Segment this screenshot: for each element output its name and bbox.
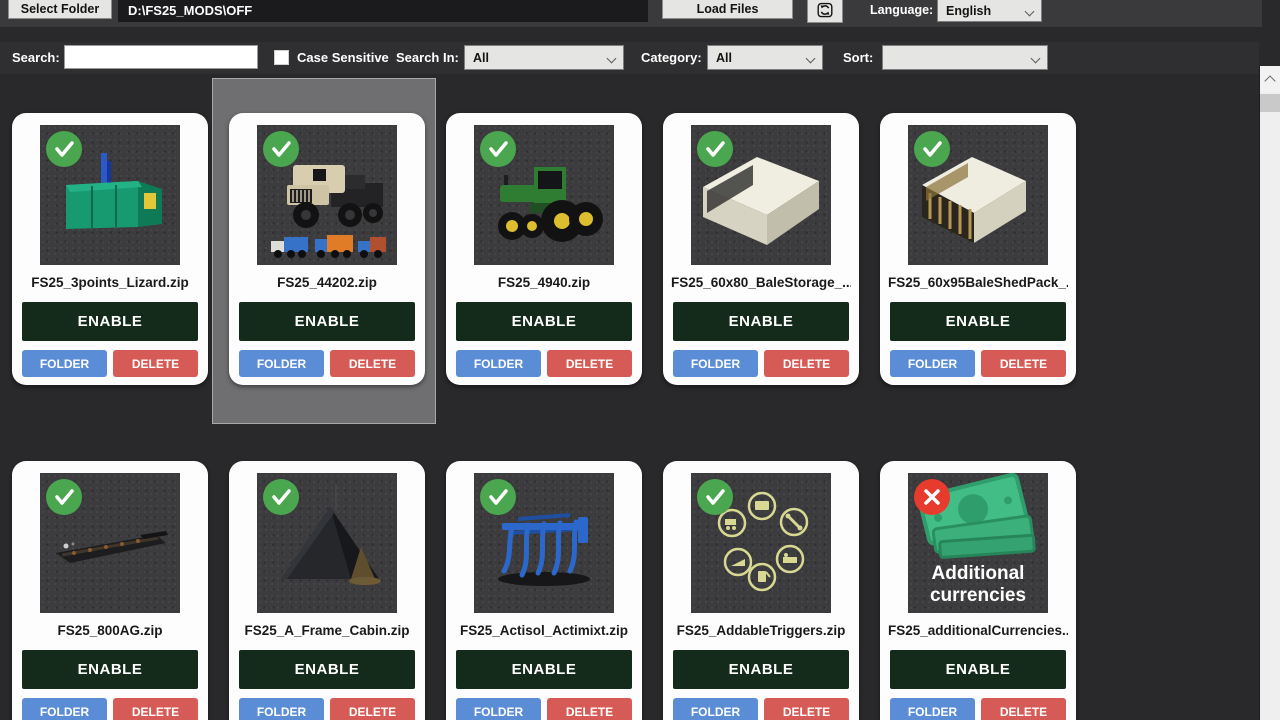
mod-filename: FS25_44202.zip	[237, 275, 417, 295]
scroll-up-button[interactable]	[1260, 66, 1280, 92]
mod-filename: FS25_3points_Lizard.zip	[20, 275, 200, 295]
enable-button[interactable]: ENABLE	[890, 302, 1066, 341]
mod-card[interactable]: FS25_3points_Lizard.zip ENABLE FOLDERDELET…	[12, 113, 208, 385]
enable-button[interactable]: ENABLE	[239, 650, 415, 689]
delete-button[interactable]: DELETE	[981, 350, 1066, 377]
mod-filename: FS25_4940.zip	[454, 275, 634, 295]
status-enabled-icon	[697, 479, 733, 515]
enable-button[interactable]: ENABLE	[22, 650, 198, 689]
delete-button[interactable]: DELETE	[330, 698, 415, 720]
mod-caption: Additional currencies	[908, 563, 1048, 607]
delete-button[interactable]: DELETE	[547, 698, 632, 720]
mod-card[interactable]: FS25_44202.zip ENABLE FOLDERDELETE	[229, 113, 425, 385]
mod-card[interactable]: FS25_A_Frame_Cabin.zip ENABLE FOLDER DELETE	[229, 461, 425, 720]
status-enabled-icon	[480, 131, 516, 167]
chevron-up-icon	[1264, 75, 1275, 86]
mod-filename: FS25_60x95BaleShedPack_...	[888, 275, 1068, 295]
scrollbar-thumb[interactable]	[1260, 94, 1280, 112]
enable-button[interactable]: ENABLE	[673, 302, 849, 341]
enable-button[interactable]: ENABLE	[890, 650, 1066, 689]
folder-button[interactable]: FOLDER	[890, 350, 975, 377]
mod-card[interactable]: FS25_AddableTriggers.zip ENABLE FOLDER DELE…	[663, 461, 859, 720]
vertical-scrollbar[interactable]	[1259, 66, 1280, 720]
folder-button[interactable]: FOLDER	[673, 350, 758, 377]
mod-card[interactable]: FS25_800AG.zip ENABLE FOLDER DELETE	[12, 461, 208, 720]
mod-filename: FS25_AddableTriggers.zip	[671, 623, 851, 643]
status-disabled-icon	[914, 479, 950, 515]
delete-button[interactable]: DELETE	[113, 350, 198, 377]
enable-button[interactable]: ENABLE	[239, 302, 415, 341]
delete-button[interactable]: DELETE	[764, 698, 849, 720]
mod-card[interactable]: Additional currencies FS25_additionalCurr…	[880, 461, 1076, 720]
status-enabled-icon	[914, 131, 950, 167]
mod-filename: FS25_A_Frame_Cabin.zip	[237, 623, 417, 643]
folder-button[interactable]: FOLDER	[22, 698, 107, 720]
folder-button[interactable]: FOLDER	[456, 350, 541, 377]
folder-button[interactable]: FOLDER	[673, 698, 758, 720]
mod-filename: FS25_additionalCurrencies...	[888, 623, 1068, 643]
folder-button[interactable]: FOLDER	[456, 698, 541, 720]
mod-card[interactable]: FS25_60x80_BaleStorage_... ENABLE FOLDERDE…	[663, 113, 859, 385]
mod-card[interactable]: FS25_Actisol_Actimixt.zip ENABLE FOLDER DEL…	[446, 461, 642, 720]
folder-button[interactable]: FOLDER	[22, 350, 107, 377]
mod-filename: FS25_60x80_BaleStorage_...	[671, 275, 851, 295]
enable-button[interactable]: ENABLE	[22, 302, 198, 341]
enable-button[interactable]: ENABLE	[456, 650, 632, 689]
delete-button[interactable]: DELETE	[547, 350, 632, 377]
mod-filename: FS25_800AG.zip	[20, 623, 200, 643]
delete-button[interactable]: DELETE	[981, 698, 1066, 720]
folder-button[interactable]: FOLDER	[890, 698, 975, 720]
status-enabled-icon	[697, 131, 733, 167]
status-enabled-icon	[46, 479, 82, 515]
folder-button[interactable]: FOLDER	[239, 698, 324, 720]
status-enabled-icon	[263, 131, 299, 167]
status-enabled-icon	[263, 479, 299, 515]
app-window: Select Folder Load Files Language: Engli…	[0, 0, 1280, 720]
enable-button[interactable]: ENABLE	[456, 302, 632, 341]
delete-button[interactable]: DELETE	[764, 350, 849, 377]
delete-button[interactable]: DELETE	[113, 698, 198, 720]
folder-button[interactable]: FOLDER	[239, 350, 324, 377]
mod-card[interactable]: FS25_4940.zip ENABLE FOLDERDELETE	[446, 113, 642, 385]
status-enabled-icon	[46, 131, 82, 167]
mod-card[interactable]: FS25_60x95BaleShedPack_... ENABLE FOLDERDE…	[880, 113, 1076, 385]
mod-filename: FS25_Actisol_Actimixt.zip	[454, 623, 634, 643]
status-enabled-icon	[480, 479, 516, 515]
mod-grid: FS25_3points_Lizard.zipENABLEFOLDERDELET…	[0, 0, 1259, 720]
enable-button[interactable]: ENABLE	[673, 650, 849, 689]
delete-button[interactable]: DELETE	[330, 350, 415, 377]
